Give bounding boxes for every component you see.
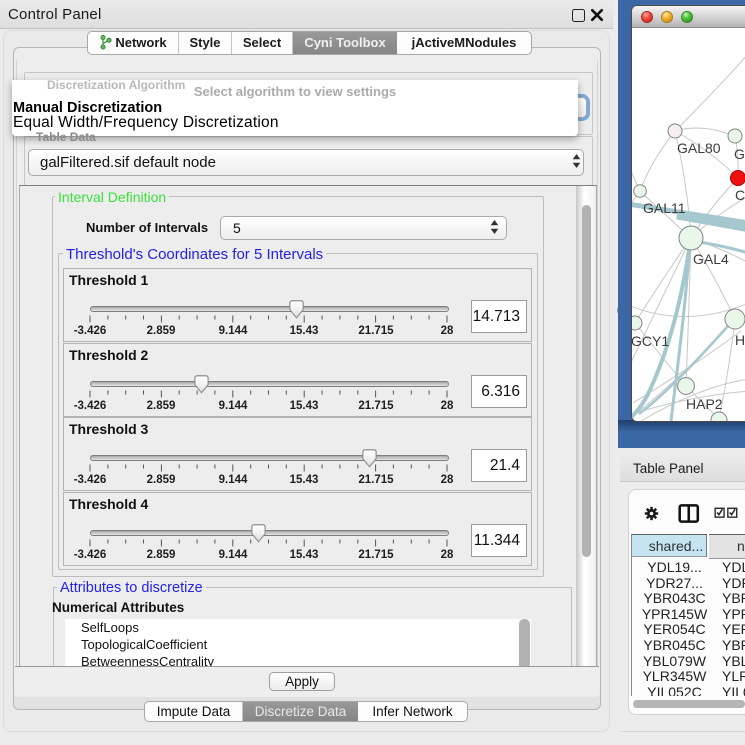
svg-text:GA: GA bbox=[734, 146, 745, 162]
svg-text:GAL4: GAL4 bbox=[693, 251, 729, 267]
svg-text:GCY1: GCY1 bbox=[632, 333, 669, 349]
svg-text:GAL80: GAL80 bbox=[677, 140, 721, 156]
svg-text:GAL11: GAL11 bbox=[643, 200, 686, 216]
svg-text:C: C bbox=[735, 187, 745, 203]
svg-text:HAP2: HAP2 bbox=[686, 396, 723, 412]
svg-text:H: H bbox=[735, 332, 745, 348]
